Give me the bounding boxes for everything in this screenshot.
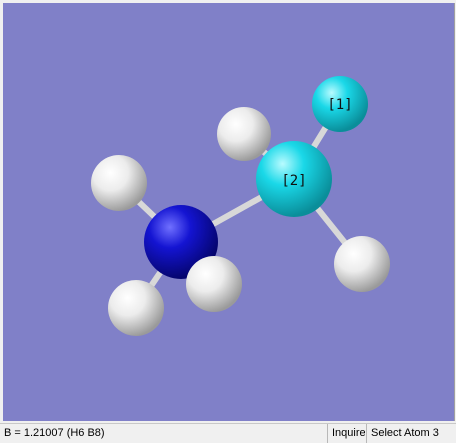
atom-h-left-upper[interactable] — [91, 155, 147, 211]
atom-h-right[interactable] — [334, 236, 390, 292]
molecule-svg[interactable]: [1] [2] — [3, 3, 454, 421]
measurement-readout: B = 1.21007 (H6 B8) — [4, 427, 105, 439]
atom-h-lower-left[interactable] — [108, 280, 164, 336]
molecule-canvas[interactable]: [1] [2] — [3, 3, 455, 421]
status-bar: B = 1.21007 (H6 B8) Inquire Select Atom … — [0, 423, 456, 443]
atom-label-f1: [1] — [327, 97, 352, 113]
molecule-viewer-window: [1] [2] B = 1.21007 (H6 B8) Inquire Sele… — [0, 0, 456, 443]
selection-prompt: Select Atom 3 — [366, 424, 456, 443]
atom-h-lower-right[interactable] — [186, 256, 242, 312]
atom-h-upper[interactable] — [217, 107, 271, 161]
atom-label-c2: [2] — [281, 173, 306, 189]
mode-indicator: Inquire — [327, 424, 365, 443]
